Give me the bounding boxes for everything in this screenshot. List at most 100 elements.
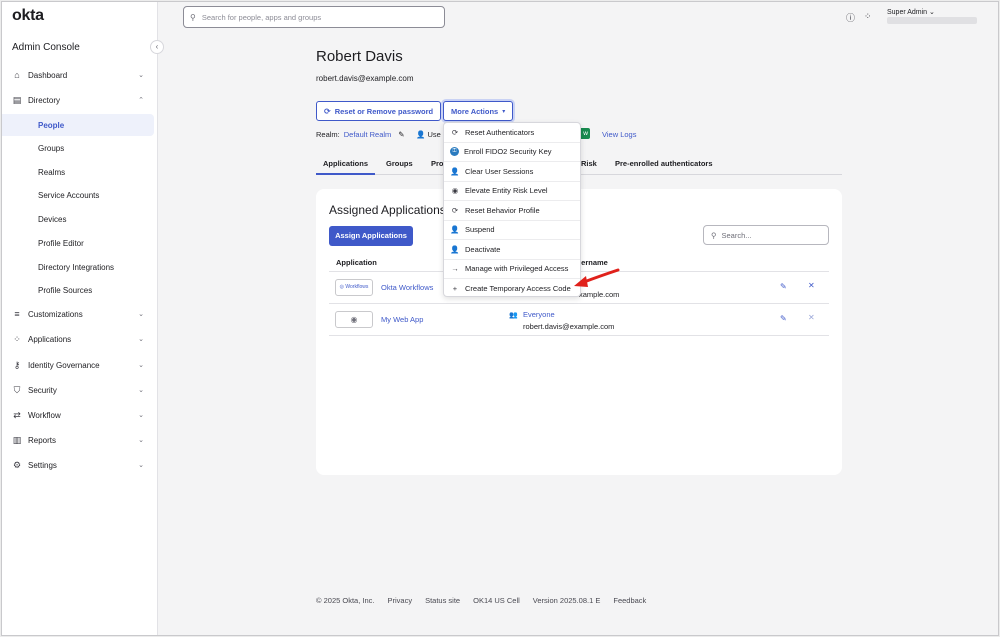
sidebar-item-settings[interactable]: ⚙ Settings ⌄: [2, 454, 158, 476]
reset-icon: ⟳: [324, 106, 331, 116]
sidebar-item-dashboard[interactable]: ⌂ Dashboard ⌄: [2, 64, 158, 86]
app-link[interactable]: Okta Workflows: [381, 283, 433, 292]
menu-item-reset-behavior-profile[interactable]: ⟳ Reset Behavior Profile: [444, 201, 580, 221]
help-icon[interactable]: ⓘ: [846, 11, 855, 24]
chevron-down-icon: ⌄: [138, 412, 144, 419]
menu-item-reset-authenticators[interactable]: ⟳ Reset Authenticators: [444, 123, 580, 143]
user-type: 👤 Use: [416, 130, 441, 139]
sidebar-subitem-realms[interactable]: Realms: [2, 161, 154, 183]
sidebar-subitem-label: Service Accounts: [38, 190, 100, 200]
sidebar-item-label: Security: [28, 385, 57, 395]
footer-link-privacy[interactable]: Privacy: [387, 596, 412, 605]
menu-item-suspend[interactable]: 👤 Suspend: [444, 221, 580, 240]
collapse-sidebar-button[interactable]: ‹: [150, 40, 164, 54]
sidebar-subitem-devices[interactable]: Devices: [2, 208, 154, 230]
sidebar-item-directory[interactable]: ▤ Directory ⌃: [2, 89, 158, 111]
okta-workflows-logo: ◎ Workflows: [335, 279, 373, 296]
menu-item-label: Enroll FIDO2 Security Key: [464, 147, 552, 157]
menu-item-deactivate[interactable]: 👤 Deactivate: [444, 240, 580, 260]
pencil-icon[interactable]: ✎: [780, 314, 787, 323]
logo-text: Workflows: [345, 284, 369, 290]
risk-icon: ◉: [451, 186, 459, 196]
console-title: Admin Console: [12, 42, 80, 53]
section-title: Assigned Applications: [329, 203, 446, 217]
column-header-username: sername: [577, 258, 608, 267]
sidebar-item-security[interactable]: ⛉ Security ⌄: [2, 379, 158, 401]
menu-item-label: Manage with Privileged Access: [465, 264, 569, 274]
group-icon: 👥: [509, 312, 518, 319]
menu-item-elevate-risk[interactable]: ◉ Elevate Entity Risk Level: [444, 182, 580, 201]
chevron-down-icon: ⌄: [929, 9, 935, 16]
okta-logo[interactable]: okta: [12, 7, 44, 25]
menu-item-label: Clear User Sessions: [465, 166, 534, 176]
global-search-input[interactable]: ⚲ Search for people, apps and groups: [183, 6, 445, 28]
menu-item-create-temporary-access-code[interactable]: + Create Temporary Access Code: [444, 279, 580, 299]
footer-link-feedback[interactable]: Feedback: [613, 596, 646, 605]
reports-icon: ▥: [12, 434, 22, 445]
button-label: More Actions: [451, 106, 499, 116]
assign-applications-button[interactable]: Assign Applications: [329, 226, 413, 246]
tab-applications[interactable]: Applications: [316, 155, 376, 175]
plus-icon: +: [452, 284, 458, 294]
view-logs-link[interactable]: View Logs: [602, 130, 636, 139]
reset-password-button[interactable]: ⟳ Reset or Remove password: [316, 101, 442, 121]
menu-item-label: Suspend: [465, 225, 495, 235]
search-icon: ⚲: [190, 12, 196, 22]
search-placeholder: Search for people, apps and groups: [201, 12, 322, 22]
user-icon: 👤: [450, 166, 460, 176]
user-menu[interactable]: Super Admin ⌄: [887, 8, 935, 16]
search-icon: ⚲: [711, 230, 717, 240]
sidebar-subitem-people[interactable]: People: [2, 114, 154, 136]
identity-governance-icon: ⚷: [13, 359, 21, 370]
tab-groups[interactable]: Groups: [379, 155, 420, 175]
chevron-up-icon: ⌃: [138, 97, 144, 104]
sidebar-item-customizations[interactable]: ≡ Customizations ⌄: [2, 303, 158, 325]
sidebar-subitem-service-accounts[interactable]: Service Accounts: [2, 184, 154, 206]
applications-search-input[interactable]: ⚲ Search...: [703, 225, 829, 245]
security-icon: ⛉: [13, 384, 21, 395]
more-actions-button[interactable]: More Actions ▾: [443, 101, 514, 121]
tab-pre-enrolled-authenticators[interactable]: Pre-enrolled authenticators: [608, 155, 720, 175]
sidebar-subitem-profile-sources[interactable]: Profile Sources: [2, 279, 154, 301]
sidebar-item-label: Identity Governance: [28, 360, 100, 370]
column-header-application: Application: [336, 258, 377, 267]
menu-item-enroll-fido2[interactable]: ⚿ Enroll FIDO2 Security Key: [444, 143, 580, 162]
sidebar-subitem-directory-integrations[interactable]: Directory Integrations: [2, 256, 154, 278]
pencil-icon[interactable]: ✎: [398, 130, 404, 139]
user-type-label: Use: [427, 130, 441, 139]
realm-label: Realm:: [316, 130, 340, 139]
table-row: ◉ My Web App 👥 Everyone robert.davis@exa…: [329, 304, 829, 336]
app-window: okta Admin Console ⌂ Dashboard ⌄ ▤ Direc…: [1, 1, 999, 636]
close-icon[interactable]: ✕: [808, 313, 815, 322]
sidebar-subitem-label: People: [38, 120, 65, 130]
annotation-arrow-icon: [574, 268, 620, 287]
app-logo: ◉: [335, 311, 373, 328]
app-link[interactable]: My Web App: [381, 315, 423, 324]
pencil-icon[interactable]: ✎: [780, 282, 787, 291]
menu-item-label: Elevate Entity Risk Level: [465, 186, 548, 196]
close-icon[interactable]: ✕: [808, 281, 815, 290]
sidebar-item-reports[interactable]: ▥ Reports ⌄: [2, 429, 158, 451]
user-deactivate-icon: 👤: [450, 244, 460, 254]
menu-item-label: Reset Authenticators: [465, 127, 535, 137]
assignment-group-link[interactable]: Everyone: [523, 310, 555, 319]
footer-link-status[interactable]: Status site: [425, 596, 460, 605]
menu-item-manage-privileged-access[interactable]: → Manage with Privileged Access: [444, 260, 580, 279]
sidebar-item-applications[interactable]: ⁘ Applications ⌄: [2, 328, 158, 350]
more-actions-menu: ⟳ Reset Authenticators ⚿ Enroll FIDO2 Se…: [443, 122, 581, 297]
chevron-down-icon: ⌄: [138, 336, 144, 343]
caret-down-icon: ▾: [502, 108, 506, 115]
menu-item-label: Create Temporary Access Code: [465, 284, 571, 294]
sidebar-subitem-label: Directory Integrations: [38, 262, 115, 272]
role-label: Super Admin: [887, 9, 928, 16]
chevron-down-icon: ⌄: [138, 437, 144, 444]
sidebar-subitem-profile-editor[interactable]: Profile Editor: [2, 232, 154, 254]
sidebar-subitem-groups[interactable]: Groups: [2, 137, 154, 159]
sidebar-item-identity-governance[interactable]: ⚷ Identity Governance ⌄: [2, 354, 158, 376]
realm-link[interactable]: Default Realm: [344, 130, 392, 139]
sidebar-item-workflow[interactable]: ⇄ Workflow ⌄: [2, 404, 158, 426]
search-placeholder: Search...: [721, 230, 752, 240]
menu-item-clear-user-sessions[interactable]: 👤 Clear User Sessions: [444, 162, 580, 182]
apps-grid-icon[interactable]: ⁘: [864, 11, 872, 22]
sidebar-subitem-label: Profile Editor: [38, 238, 84, 248]
